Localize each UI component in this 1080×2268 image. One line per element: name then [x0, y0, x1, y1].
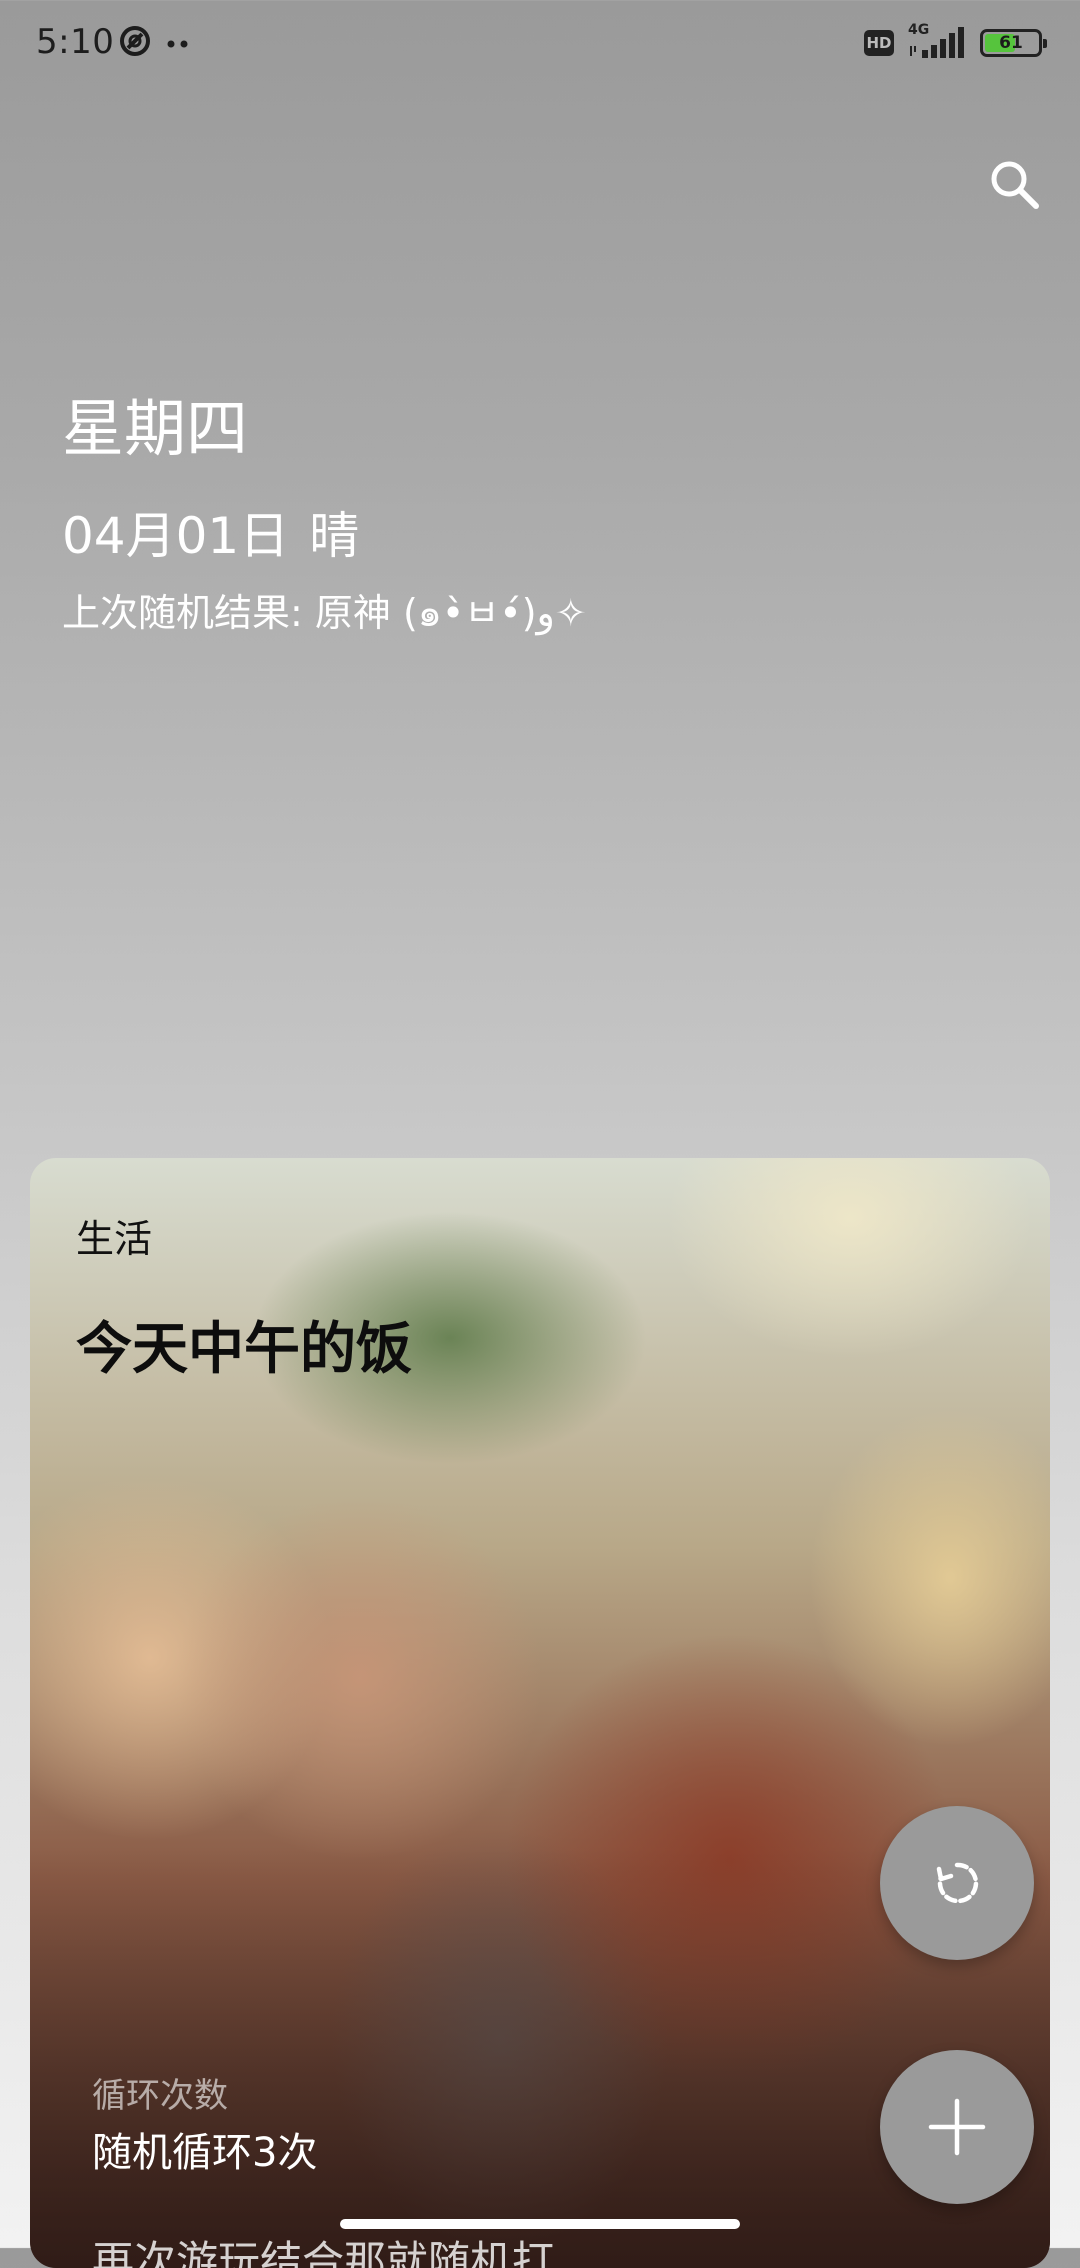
refresh-icon: [936, 1862, 979, 1904]
status-left-icons: [118, 24, 192, 62]
weekday-title: 星期四: [62, 392, 249, 465]
last-random-result: 上次随机结果: 原神 (๑•̀ㅂ•́)و✧: [62, 591, 587, 635]
status-right: HD 4G 61: [864, 22, 1047, 60]
loop-count-value: 随机循环3次: [92, 2130, 318, 2176]
search-icon: [991, 161, 1039, 209]
plus-icon: [928, 2098, 986, 2156]
loop-count-label: 循环次数: [92, 2076, 228, 2116]
refresh-button[interactable]: [880, 1806, 1034, 1960]
battery-icon: 61: [980, 29, 1047, 57]
signal-icon: 4G: [908, 22, 966, 60]
more-dots-icon: [166, 34, 192, 53]
card-category: 生活: [76, 1217, 153, 1261]
hd-badge: HD: [864, 30, 894, 56]
search-button[interactable]: [984, 154, 1044, 214]
add-button[interactable]: [880, 2050, 1034, 2204]
date-text: 04月01日: [62, 507, 290, 565]
card-title: 今天中午的饭: [76, 1317, 412, 1382]
date-weather: 04月01日晴: [62, 496, 359, 568]
card-next-text: 再次游玩结合那就随机打: [92, 2237, 555, 2268]
weather-text: 晴: [309, 507, 360, 565]
home-indicator[interactable]: [340, 2219, 740, 2229]
app-notification-icon: [118, 24, 152, 62]
status-bar: 5:10 HD 4G 61: [0, 0, 1080, 88]
battery-level: 61: [999, 33, 1023, 53]
status-time: 5:10: [36, 22, 115, 62]
